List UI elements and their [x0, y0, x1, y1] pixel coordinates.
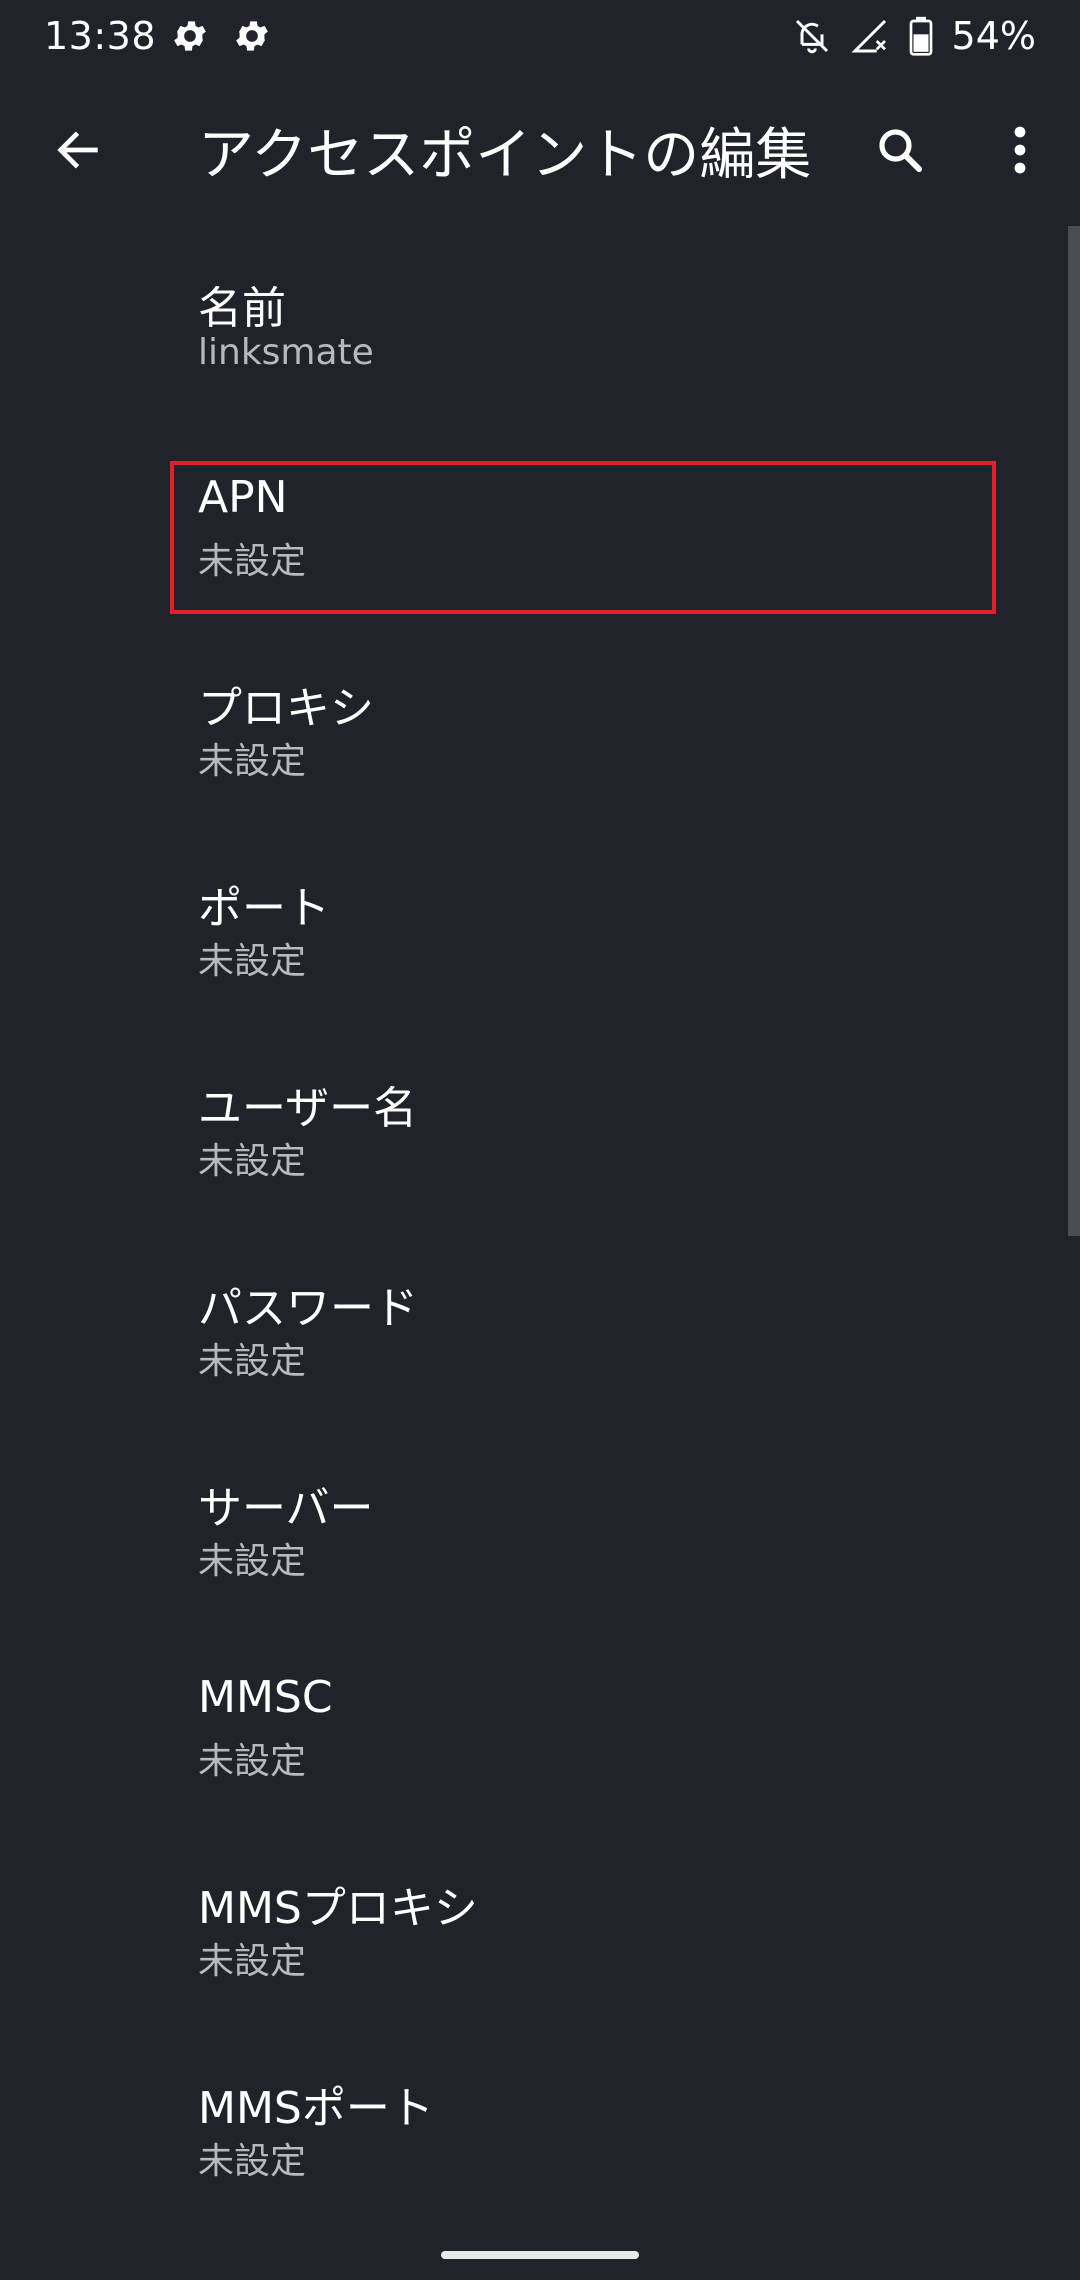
search-button[interactable]: [862, 112, 938, 188]
pref-summary: 未設定: [198, 541, 307, 582]
pref-title: パスワード: [198, 1283, 418, 1334]
pref-item-apn[interactable]: APN 未設定: [0, 426, 1060, 626]
gear-icon: [236, 21, 268, 51]
pref-summary: 未設定: [198, 1141, 307, 1182]
pref-summary: 未設定: [198, 741, 307, 782]
pref-title: サーバー: [198, 1483, 374, 1534]
pref-title: MMSポート: [198, 2083, 434, 2134]
battery-icon: [909, 16, 932, 56]
pref-summary: 未設定: [198, 2141, 307, 2182]
pref-summary: linksmate: [198, 332, 374, 373]
more-options-button[interactable]: [984, 112, 1056, 188]
pref-item-port[interactable]: ポート 未設定: [0, 826, 1060, 1026]
pref-title: APN: [198, 472, 288, 523]
pref-item-password[interactable]: パスワード 未設定: [0, 1226, 1060, 1426]
pref-item-name[interactable]: 名前 linksmate: [0, 226, 1060, 426]
gesture-nav-handle[interactable]: [441, 2251, 639, 2259]
screen: 13:38 54% アクセスポイントの編集 名前 linksmate APN 未…: [0, 0, 1080, 2280]
page-title: アクセスポイントの編集: [198, 123, 812, 188]
arrow-back-icon: [57, 131, 98, 169]
search-icon: [879, 129, 923, 173]
pref-summary: 未設定: [198, 1941, 307, 1982]
battery-percent: 54%: [951, 14, 1036, 58]
back-button[interactable]: [40, 112, 116, 188]
pref-item-mmsc[interactable]: MMSC 未設定: [0, 1626, 1060, 1826]
no-signal-icon: [850, 19, 886, 53]
status-bar: 13:38 54%: [0, 0, 1080, 72]
gear-icon: [174, 21, 206, 51]
app-bar: アクセスポイントの編集: [0, 72, 1080, 226]
pref-item-proxy[interactable]: プロキシ 未設定: [0, 626, 1060, 826]
pref-title: ポート: [198, 883, 330, 934]
status-time: 13:38: [44, 14, 157, 58]
scrollbar[interactable]: [1068, 226, 1080, 1236]
status-icons: 54%: [792, 14, 1036, 58]
pref-summary: 未設定: [198, 1341, 307, 1382]
pref-title: プロキシ: [198, 683, 374, 734]
pref-summary: 未設定: [198, 941, 307, 982]
pref-item-mms-port[interactable]: MMSポート 未設定: [0, 2026, 1060, 2226]
pref-title: MMSC: [198, 1672, 333, 1723]
pref-item-mms-proxy[interactable]: MMSプロキシ 未設定: [0, 1826, 1060, 2026]
more-vert-icon: [1014, 126, 1026, 174]
pref-title: 名前: [198, 283, 286, 334]
pref-title: MMSプロキシ: [198, 1883, 478, 1934]
pref-item-username[interactable]: ユーザー名 未設定: [0, 1026, 1060, 1226]
pref-item-server[interactable]: サーバー 未設定: [0, 1426, 1060, 1626]
notifications-off-icon: [795, 19, 828, 54]
pref-summary: 未設定: [198, 1541, 307, 1582]
pref-title: ユーザー名: [198, 1083, 418, 1134]
pref-summary: 未設定: [198, 1741, 307, 1782]
